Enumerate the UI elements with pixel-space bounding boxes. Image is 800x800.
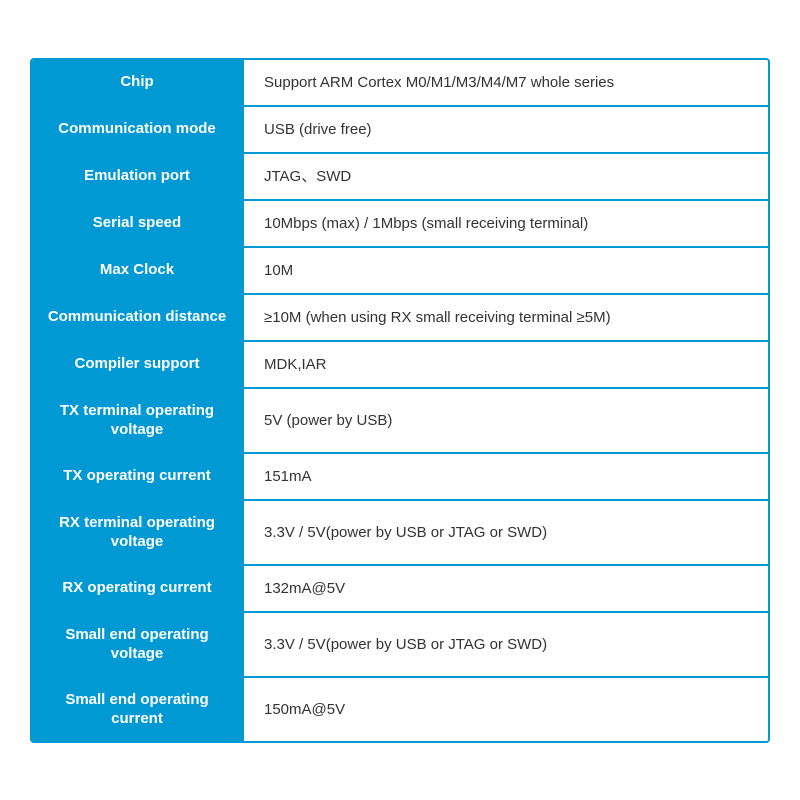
row-value: 10Mbps (max) / 1Mbps (small receiving te…	[242, 201, 768, 246]
row-value: 5V (power by USB)	[242, 389, 768, 452]
row-label: Communication mode	[32, 107, 242, 152]
spec-table: ChipSupport ARM Cortex M0/M1/M3/M4/M7 wh…	[30, 58, 770, 743]
row-label: Chip	[32, 60, 242, 105]
table-row: Small end operating voltage3.3V / 5V(pow…	[32, 613, 768, 678]
row-label: RX terminal operating voltage	[32, 501, 242, 564]
row-value: ≥10M (when using RX small receiving term…	[242, 295, 768, 340]
row-value: 10M	[242, 248, 768, 293]
row-label: RX operating current	[32, 566, 242, 611]
table-row: Emulation portJTAG、SWD	[32, 154, 768, 201]
row-value: USB (drive free)	[242, 107, 768, 152]
table-row: Max Clock10M	[32, 248, 768, 295]
row-label: Communication distance	[32, 295, 242, 340]
row-value: JTAG、SWD	[242, 154, 768, 199]
table-row: ChipSupport ARM Cortex M0/M1/M3/M4/M7 wh…	[32, 60, 768, 107]
row-value: 3.3V / 5V(power by USB or JTAG or SWD)	[242, 613, 768, 676]
table-row: Communication modeUSB (drive free)	[32, 107, 768, 154]
table-row: RX terminal operating voltage3.3V / 5V(p…	[32, 501, 768, 566]
table-row: Small end operating current150mA@5V	[32, 678, 768, 741]
table-row: Compiler supportMDK,IAR	[32, 342, 768, 389]
row-value: 132mA@5V	[242, 566, 768, 611]
row-label: Emulation port	[32, 154, 242, 199]
table-row: TX operating current151mA	[32, 454, 768, 501]
table-row: Communication distance≥10M (when using R…	[32, 295, 768, 342]
table-row: Serial speed10Mbps (max) / 1Mbps (small …	[32, 201, 768, 248]
table-row: RX operating current132mA@5V	[32, 566, 768, 613]
row-label: Max Clock	[32, 248, 242, 293]
table-row: TX terminal operating voltage5V (power b…	[32, 389, 768, 454]
row-label: Compiler support	[32, 342, 242, 387]
row-label: Small end operating current	[32, 678, 242, 741]
row-label: Small end operating voltage	[32, 613, 242, 676]
row-label: Serial speed	[32, 201, 242, 246]
row-value: 150mA@5V	[242, 678, 768, 741]
row-label: TX operating current	[32, 454, 242, 499]
row-label: TX terminal operating voltage	[32, 389, 242, 452]
row-value: 3.3V / 5V(power by USB or JTAG or SWD)	[242, 501, 768, 564]
row-value: MDK,IAR	[242, 342, 768, 387]
row-value: Support ARM Cortex M0/M1/M3/M4/M7 whole …	[242, 60, 768, 105]
row-value: 151mA	[242, 454, 768, 499]
